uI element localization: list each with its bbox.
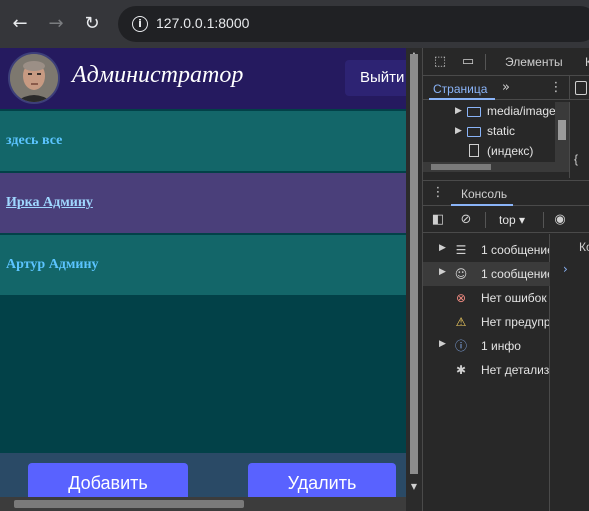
sidebar-item-info[interactable]: ▶ ⓘ 1 инфо (423, 334, 550, 358)
sidebar-item-label: Нет ошибок (481, 291, 547, 305)
console-prompt-icon[interactable]: › (563, 262, 568, 276)
scroll-corner (406, 497, 422, 511)
horizontal-scrollbar[interactable] (0, 497, 406, 511)
tree-horizontal-thumb[interactable] (431, 164, 491, 170)
warning-icon: ⚠ (455, 315, 467, 329)
drawer-menu-icon[interactable]: ⋮ (429, 184, 447, 202)
tree-scroll-thumb[interactable] (558, 120, 566, 140)
file-icon (469, 144, 479, 157)
scroll-down-icon[interactable]: ▼ (410, 482, 418, 491)
brace-icon[interactable]: { (574, 152, 578, 166)
sidebar-item-verbose[interactable]: ✱ Нет детализированных сообщений (423, 358, 550, 382)
vertical-scrollbar[interactable]: ▲ ▼ (406, 48, 422, 497)
folder-icon (467, 107, 481, 117)
sidebar-toggle-icon[interactable] (575, 81, 587, 95)
tree-scrollbar[interactable] (555, 102, 569, 172)
browser-toolbar: ← → ↻ i 127.0.0.1:8000 (0, 0, 589, 48)
active-tab-indicator (451, 204, 513, 206)
chat-item-selected[interactable]: Ирка Админу (0, 173, 406, 233)
sidebar-item-label: 1 сообщение (481, 243, 549, 257)
sidebar-item-messages[interactable]: ▶ ☰ 1 сообщение (423, 238, 550, 262)
tab-page[interactable]: Страница (433, 82, 487, 96)
back-icon[interactable]: ← (8, 12, 32, 36)
divider (485, 212, 486, 228)
expand-arrow-icon[interactable]: ▶ (439, 339, 446, 349)
bug-icon: ✱ (455, 363, 467, 377)
menu-icon[interactable]: ⋮ (547, 79, 565, 97)
clear-console-icon[interactable]: ⊘ (457, 211, 475, 229)
tab-elements[interactable]: Элементы (505, 55, 563, 69)
eye-icon[interactable]: ◉ (551, 211, 569, 229)
folder-icon (467, 127, 481, 137)
more-tabs-icon[interactable]: » (497, 79, 515, 97)
expand-arrow-icon[interactable]: ▶ (439, 243, 446, 253)
console-toolbar: ◧ ⊘ top ▾ ◉ (423, 207, 589, 233)
sidebar-item-label: 1 инфо (481, 339, 521, 353)
sidebar-toggle-icon[interactable]: ◧ (429, 211, 447, 229)
forward-icon[interactable]: → (44, 12, 68, 36)
sources-navigator-bar: Страница » ⋮ (423, 76, 589, 100)
sidebar-item-label: Нет предупреждений (481, 315, 549, 329)
reload-icon[interactable]: ↻ (80, 12, 104, 36)
page-title: Администратор (72, 62, 244, 88)
sidebar-item-errors[interactable]: ⊗ Нет ошибок (423, 286, 550, 310)
info-icon: ⓘ (454, 339, 467, 353)
page-viewport: Администратор Выйти здесь все Ирка Админ… (0, 48, 406, 511)
list-icon: ☰ (455, 243, 467, 257)
devtools-tabbar: ⬚ ▭ Элементы К (423, 48, 589, 76)
chat-item[interactable]: здесь все (0, 111, 406, 171)
sidebar-item-warnings[interactable]: ⚠ Нет предупреждений (423, 310, 550, 334)
address-bar[interactable]: i 127.0.0.1:8000 (118, 6, 589, 42)
browser-window: ← → ↻ i 127.0.0.1:8000 Администратор Вый… (0, 0, 589, 511)
divider (485, 54, 486, 70)
tree-item[interactable]: media/images (487, 102, 562, 120)
device-toolbar-icon[interactable]: ▭ (459, 53, 477, 71)
vertical-scroll-thumb[interactable] (410, 54, 418, 474)
expand-arrow-icon[interactable]: ▶ (439, 267, 446, 277)
url-text[interactable]: 127.0.0.1:8000 (156, 15, 249, 31)
tree-item[interactable]: (индекс) (487, 142, 533, 160)
drawer-tabbar: ⋮ Консоль (423, 180, 589, 206)
sidebar-item-label: Нет детализированных сообщений (481, 363, 549, 377)
devtools-panel: ⬚ ▭ Элементы К Страница » ⋮ ▶ media/imag… (422, 48, 589, 511)
console-output: Ко (579, 240, 589, 254)
context-select[interactable]: top ▾ (499, 213, 525, 227)
site-info-icon[interactable]: i (132, 16, 148, 32)
inspect-element-icon[interactable]: ⬚ (431, 53, 449, 71)
logout-button[interactable]: Выйти (345, 60, 406, 96)
expand-arrow-icon[interactable]: ▶ (455, 126, 462, 136)
chat-item-label[interactable]: Артур Админу (6, 257, 99, 273)
tree-horizontal-scrollbar[interactable] (423, 162, 555, 172)
divider (543, 212, 544, 228)
avatar[interactable] (8, 52, 60, 104)
tab-console[interactable]: Консоль (461, 187, 507, 201)
user-icon: ☺ (454, 267, 468, 281)
error-icon: ⊗ (455, 291, 467, 305)
active-tab-indicator (429, 98, 495, 100)
sidebar-item-label: 1 сообщение (481, 267, 549, 281)
divider (569, 76, 570, 100)
chat-item-label[interactable]: здесь все (6, 133, 62, 149)
avatar-photo (10, 54, 58, 102)
chat-item-label[interactable]: Ирка Админу (6, 195, 93, 211)
sidebar-item-user-messages[interactable]: ▶ ☺ 1 сообщение (423, 262, 550, 286)
app-header: Администратор Выйти (0, 48, 406, 109)
chat-item[interactable]: Артур Админу (0, 235, 406, 295)
console-sidebar: ▶ ☰ 1 сообщение ▶ ☺ 1 сообщение ⊗ Нет ош… (423, 234, 550, 511)
expand-arrow-icon[interactable]: ▶ (455, 106, 462, 116)
tab-next[interactable]: К (585, 55, 589, 69)
source-editor-panel: { (569, 102, 589, 178)
horizontal-scroll-thumb[interactable] (14, 500, 244, 508)
tree-item[interactable]: static (487, 122, 515, 140)
